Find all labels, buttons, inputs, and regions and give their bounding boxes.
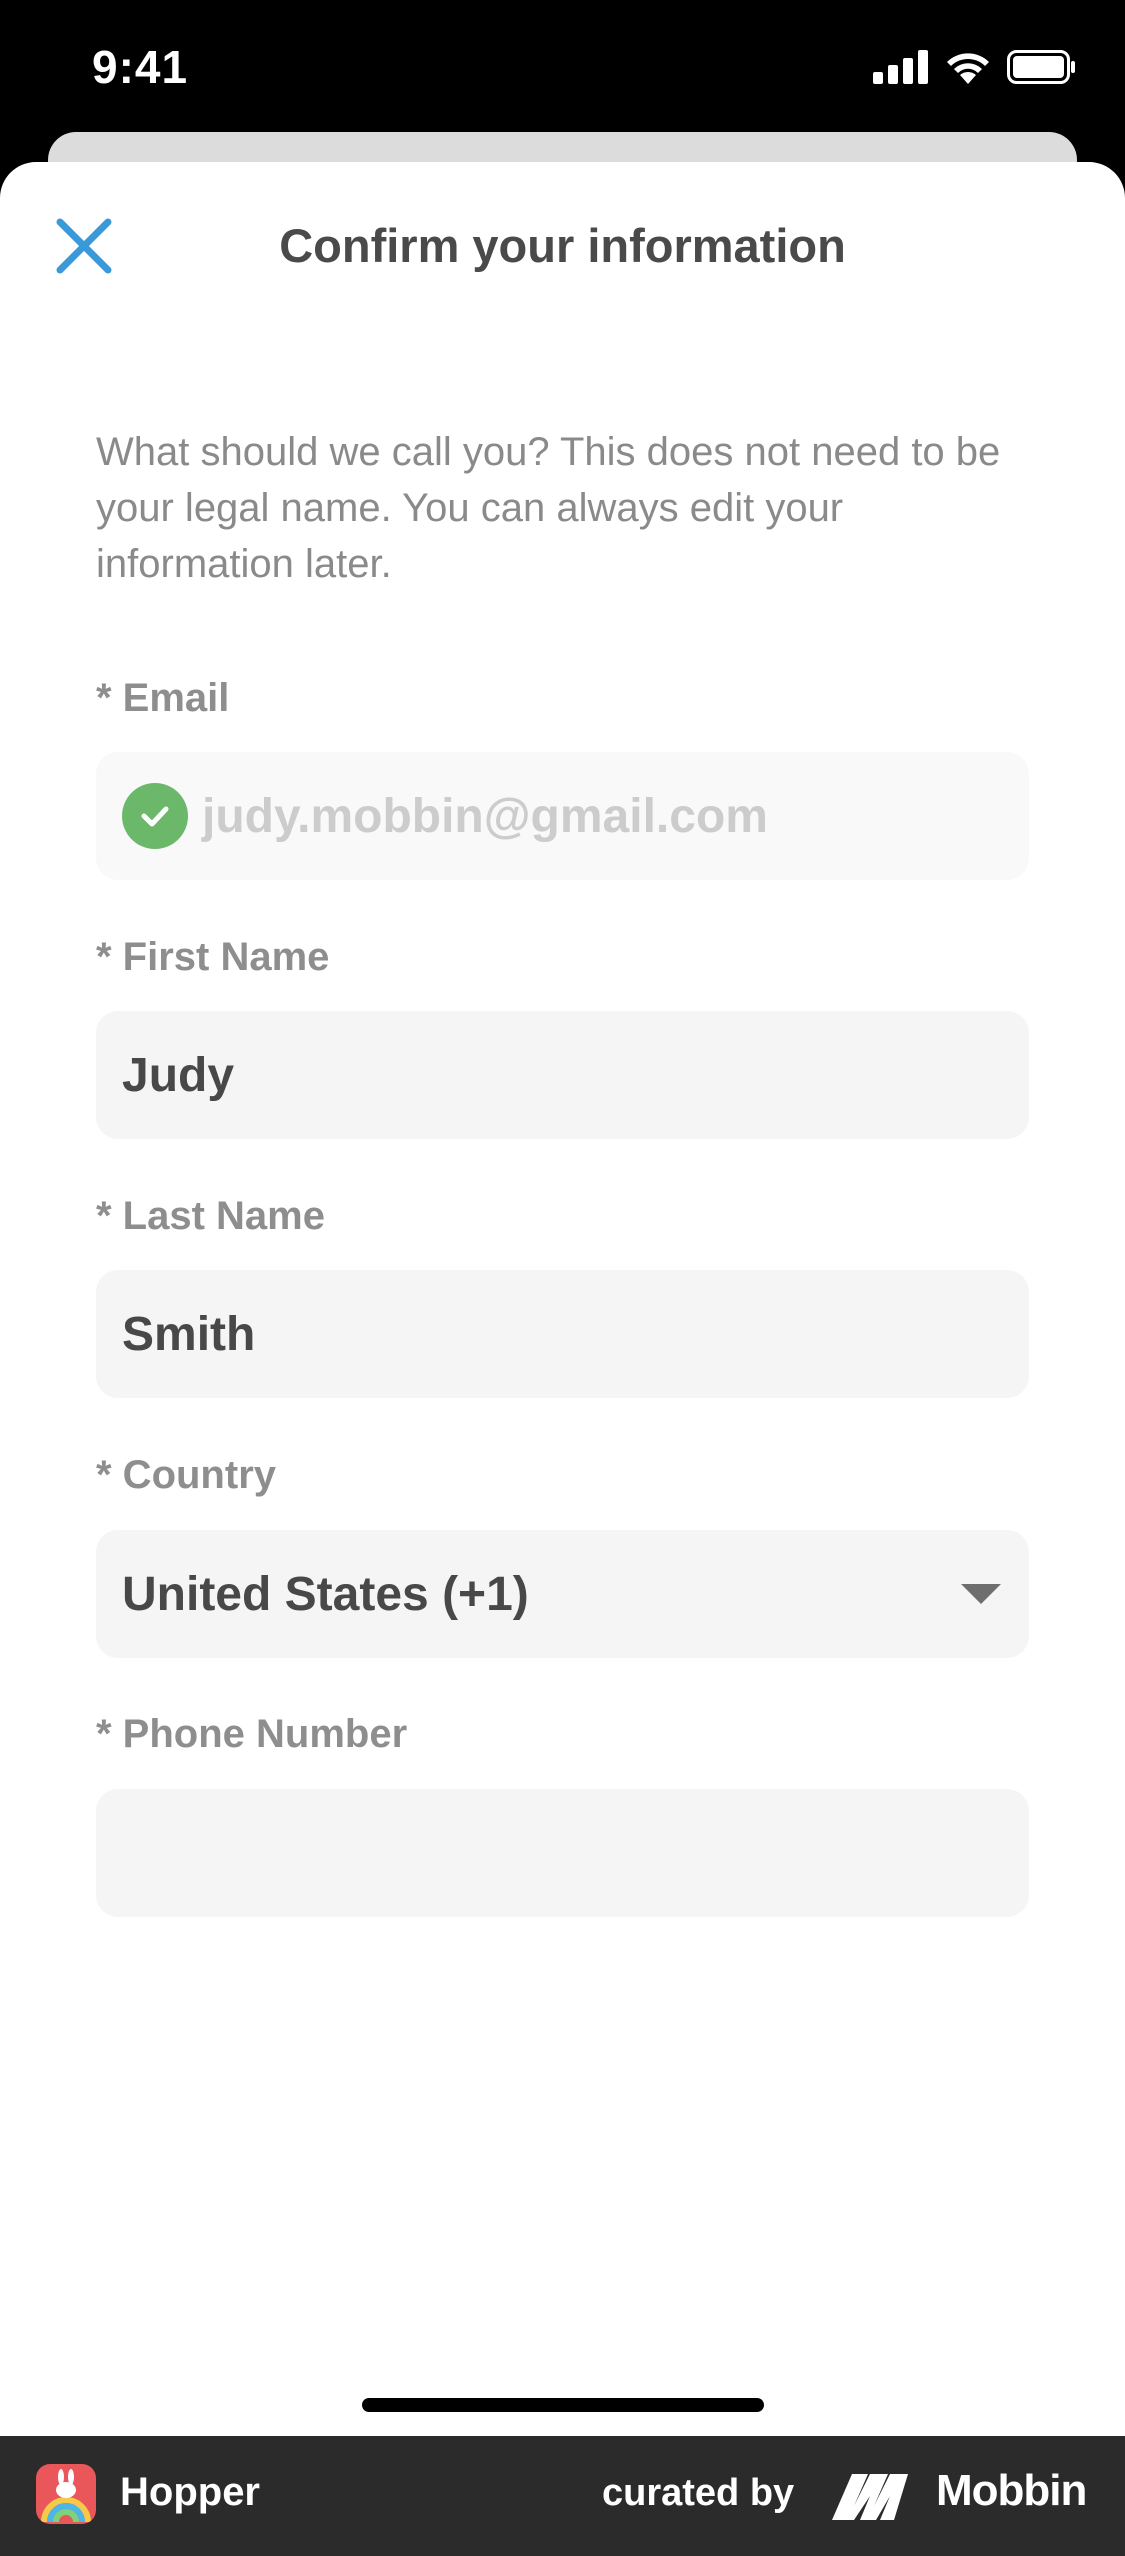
status-bar: 9:41 <box>0 0 1125 140</box>
mobbin-logo-icon <box>832 2474 908 2520</box>
country-value: United States (+1) <box>122 1567 529 1621</box>
intro-text: What should we call you? This does not n… <box>96 430 1001 586</box>
footer-bar: Hopper curated by Mobbin <box>0 2436 1125 2556</box>
mobbin-brand: Mobbin <box>936 2466 1087 2515</box>
app-name: Hopper <box>120 2470 260 2514</box>
hopper-app-icon <box>36 2464 96 2524</box>
last-name-label: * Last Name <box>96 1194 325 1238</box>
first-name-value: Judy <box>122 1048 235 1102</box>
country-label: * Country <box>96 1453 276 1497</box>
last-name-value: Smith <box>122 1307 256 1361</box>
email-field: judy.mobbin@gmail.com <box>96 752 1029 880</box>
email-label: * Email <box>96 676 230 720</box>
email-value: judy.mobbin@gmail.com <box>202 789 768 843</box>
phone-label: * Phone Number <box>96 1712 408 1756</box>
wifi-icon <box>947 53 989 84</box>
status-time: 9:41 <box>92 41 189 93</box>
signal-icon <box>873 50 928 84</box>
curated-by-text: curated by <box>602 2472 795 2514</box>
battery-icon <box>1007 50 1075 84</box>
home-indicator <box>362 2398 764 2412</box>
status-icons <box>873 50 1077 84</box>
dropdown-arrow-icon <box>961 1584 1001 1604</box>
country-select[interactable]: United States (+1) <box>96 1530 1029 1658</box>
page-title: Confirm your information <box>279 219 846 272</box>
check-icon <box>122 783 188 849</box>
first-name-label: * First Name <box>96 935 330 979</box>
last-name-field[interactable]: Smith <box>96 1270 1029 1398</box>
first-name-field[interactable]: Judy <box>96 1011 1029 1139</box>
phone-field[interactable] <box>96 1789 1029 1917</box>
